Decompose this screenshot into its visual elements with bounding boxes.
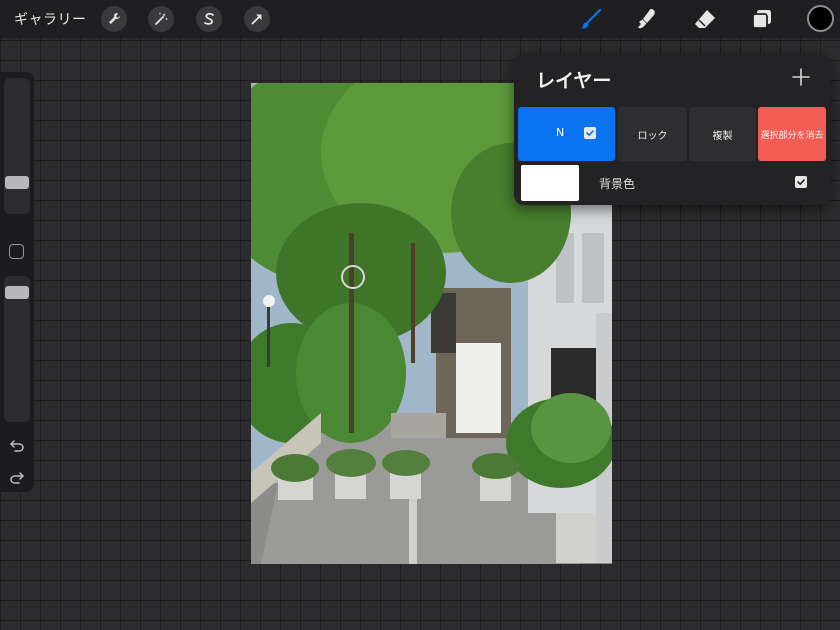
selection-button[interactable] xyxy=(196,6,222,32)
adjustments-button[interactable] xyxy=(148,6,174,32)
brush-icon xyxy=(581,8,602,29)
arrow-icon xyxy=(251,14,262,25)
duplicate-layer-button[interactable]: 複製 xyxy=(689,107,756,161)
layer-name: N xyxy=(556,126,565,139)
lock-layer-button[interactable]: ロック xyxy=(618,107,687,161)
transform-button[interactable] xyxy=(244,6,270,32)
eraser-icon xyxy=(695,10,715,28)
redo-icon[interactable] xyxy=(8,468,26,486)
background-color-row[interactable]: 背景色 xyxy=(521,164,823,202)
background-visibility-checkbox[interactable] xyxy=(795,176,807,188)
smudge-icon xyxy=(638,9,655,29)
gallery-button[interactable]: ギャラリー xyxy=(14,9,87,29)
background-color-label: 背景色 xyxy=(599,177,636,191)
layers-panel: レイヤー N ロック 複製 選択部分を消去 背景色 xyxy=(514,54,830,205)
selection-s-icon xyxy=(204,12,214,25)
opacity-thumb[interactable] xyxy=(5,286,29,299)
eraser-tool-button[interactable] xyxy=(692,6,718,32)
modify-button[interactable] xyxy=(9,244,24,259)
actions-button[interactable] xyxy=(101,6,127,32)
wrench-icon xyxy=(109,13,120,24)
layers-icon xyxy=(752,10,771,29)
checkmark-icon xyxy=(586,130,594,136)
color-picker-button[interactable] xyxy=(807,5,834,32)
smudge-tool-button[interactable] xyxy=(634,6,660,32)
layers-panel-title: レイヤー xyxy=(536,70,612,92)
brush-size-thumb[interactable] xyxy=(5,176,29,189)
layer-visibility-checkbox[interactable] xyxy=(584,127,596,139)
layers-button[interactable] xyxy=(749,6,775,32)
top-toolbar: ギャラリー xyxy=(0,0,840,38)
magic-wand-icon xyxy=(155,12,168,25)
background-color-thumbnail[interactable] xyxy=(521,165,579,201)
brush-tool-button[interactable] xyxy=(578,6,604,32)
checkmark-icon xyxy=(797,179,805,185)
clear-selection-button[interactable]: 選択部分を消去 xyxy=(758,107,826,161)
left-sidebar xyxy=(0,72,34,492)
brush-size-slider[interactable] xyxy=(4,78,30,214)
add-layer-icon[interactable] xyxy=(792,68,810,86)
undo-icon[interactable] xyxy=(8,436,26,454)
active-layer-row[interactable]: N xyxy=(518,107,615,161)
